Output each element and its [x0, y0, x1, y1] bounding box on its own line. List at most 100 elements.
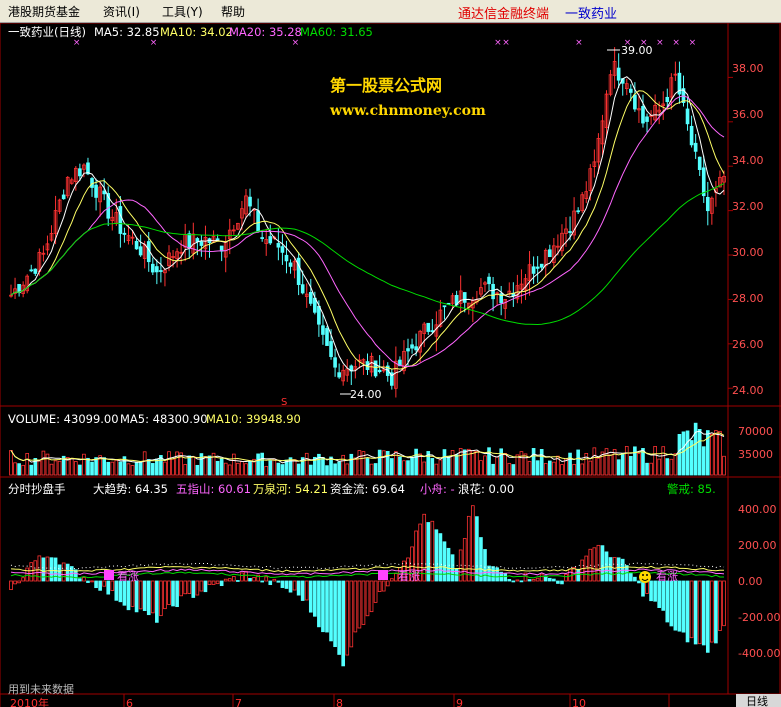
price-axis-tick: 26.00: [732, 338, 764, 351]
indicator-bar: [244, 570, 248, 582]
volume-bar: [710, 433, 714, 476]
indicator-wave-label: 浪花: 0.00: [458, 482, 514, 496]
indicator-bar: [175, 580, 179, 608]
smiley-icon: [639, 571, 651, 583]
volume-bar: [236, 462, 240, 476]
volume-bar: [466, 448, 471, 476]
volume-bar: [714, 430, 718, 476]
indicator-bar: [507, 579, 512, 582]
candle-body: [199, 241, 204, 246]
stock-chart[interactable]: 一致药业(日线) MA5: 32.85 MA10: 34.02 MA20: 35…: [0, 23, 781, 707]
menu-item-info[interactable]: 资讯(I): [103, 3, 140, 20]
candle-body: [539, 263, 544, 268]
candle-body: [300, 284, 305, 294]
candle-body: [122, 232, 127, 235]
volume-bar: [402, 460, 406, 476]
volume-bar: [276, 462, 281, 476]
candle-body: [616, 67, 621, 81]
volume-bar: [86, 457, 90, 476]
indicator-bar: [446, 547, 451, 582]
volume-bar: [681, 431, 686, 476]
indicator-bar: [300, 580, 305, 601]
volume-ma-line: [10, 432, 725, 463]
volume-bar: [321, 457, 325, 476]
indicator-bar: [329, 580, 333, 642]
volume-bar: [653, 446, 657, 476]
low-annotation: 24.00: [340, 388, 382, 401]
volume-bar: [183, 464, 188, 476]
candle-body: [134, 240, 139, 250]
month-tick: 9: [456, 697, 463, 707]
menu-item-tools[interactable]: 工具(Y): [162, 3, 203, 20]
volume-bar: [171, 458, 175, 476]
volume-bar: [450, 450, 455, 476]
volume-bar: [665, 458, 670, 476]
indicator-bar: [86, 580, 90, 583]
indicator-bar: [612, 557, 617, 582]
indicator-river-label: 万泉河: 54.21: [253, 482, 328, 496]
indicator-bar: [146, 580, 151, 616]
candle-body: [248, 196, 252, 207]
volume-bar: [677, 434, 682, 476]
indicator-bar: [527, 579, 532, 582]
indicator-bar: [292, 580, 297, 591]
candlestick-series: [9, 47, 726, 398]
volume-bar: [45, 453, 50, 476]
candle-body: [78, 168, 82, 177]
volume-bar: [398, 456, 402, 476]
candle-body: [462, 292, 467, 303]
volume-bar: [264, 466, 269, 476]
menu-item-hk-futures-funds[interactable]: 港股期货基金: [8, 3, 80, 20]
volume-bar: [564, 458, 568, 476]
candle-body: [430, 330, 435, 333]
indicator-bar: [466, 515, 471, 582]
indicator-bar: [471, 505, 475, 582]
period-tab-label: 日线: [746, 694, 768, 707]
candle-body: [288, 262, 293, 267]
menu-item-help[interactable]: 帮助: [221, 3, 245, 20]
volume-bar: [657, 458, 661, 476]
volume-bar: [215, 460, 220, 476]
volume-bar: [576, 449, 580, 476]
ma-line-ma5: [10, 76, 725, 377]
volume-bar: [616, 459, 621, 476]
indicator-bar: [531, 579, 536, 582]
indicator-bar: [325, 580, 329, 633]
indicator-bar: [187, 580, 192, 594]
indicator-bar: [394, 573, 398, 582]
volume-bar: [134, 462, 139, 476]
volume-axis-tick: 35000: [738, 448, 773, 461]
indicator-bar: [592, 547, 597, 582]
volume-axis-tick: 70000: [738, 425, 773, 438]
indicator-bar: [114, 580, 119, 601]
indicator-bar: [515, 579, 520, 582]
candle-body: [268, 236, 273, 244]
volume-bar: [523, 453, 528, 476]
indicator-bar: [280, 580, 285, 588]
price-panel-title: 一致药业(日线): [8, 25, 86, 39]
volume-bar: [248, 461, 252, 476]
indicator-bar: [353, 580, 358, 633]
volume-bar: [539, 449, 544, 476]
volume-bar: [353, 457, 358, 476]
indicator-bar: [511, 580, 516, 583]
volume-bar: [596, 457, 601, 476]
volume-bar: [377, 449, 382, 476]
volume-bar: [483, 455, 487, 476]
volume-bar: [341, 454, 346, 476]
ma-line-ma10: [10, 90, 725, 370]
volume-bar: [155, 458, 159, 476]
volume-bar: [106, 461, 111, 476]
indicator-bar: [705, 580, 710, 653]
candle-body: [410, 344, 414, 349]
indicator-bar: [126, 580, 131, 611]
watermark-title: 第一股票公式网: [330, 76, 442, 95]
indicator-bar: [701, 580, 706, 646]
volume-bar: [475, 451, 479, 476]
volume-bar: [499, 448, 504, 476]
indicator-bar: [110, 580, 115, 591]
indicator-bar: [665, 580, 670, 623]
candle-body: [317, 305, 321, 325]
indicator-bar: [53, 557, 58, 582]
indicator-bar: [519, 580, 524, 583]
